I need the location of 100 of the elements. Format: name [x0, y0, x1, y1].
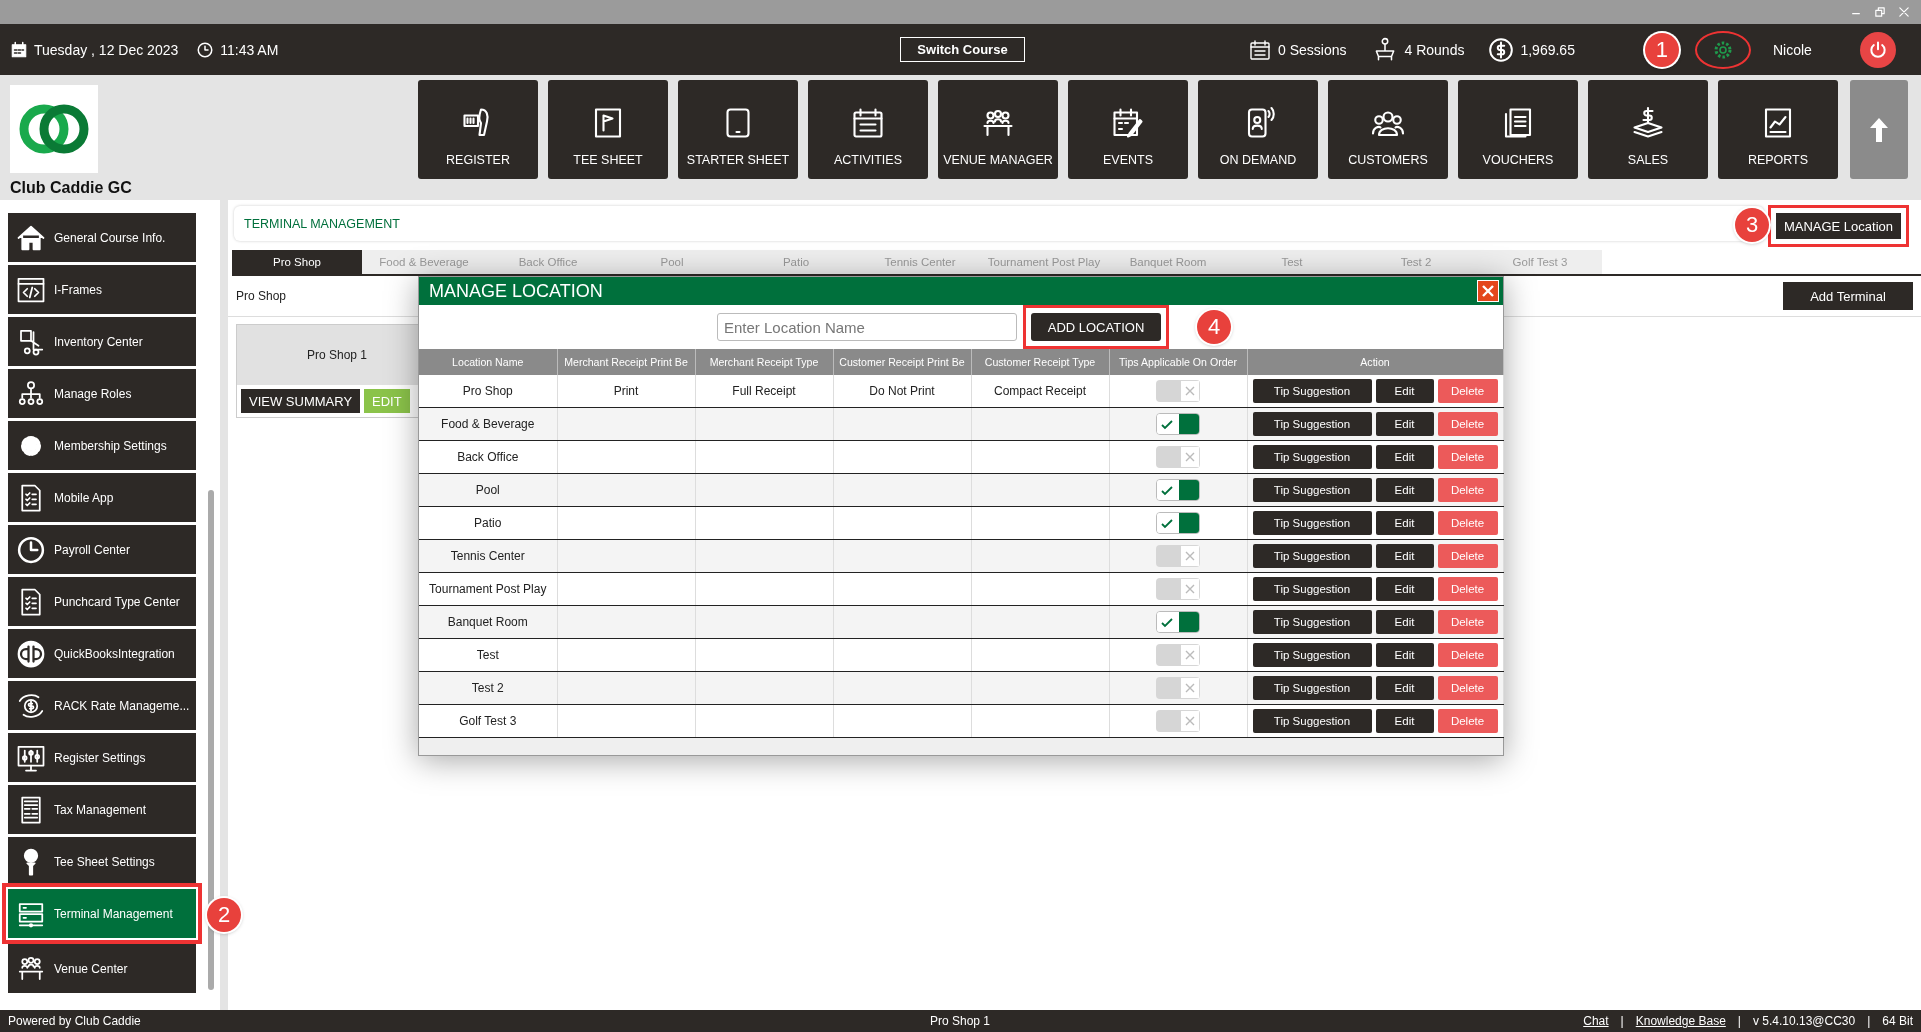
column-header: Location Name — [419, 349, 557, 375]
tips-toggle[interactable] — [1156, 611, 1200, 633]
sidebar-item[interactable]: Punchcard Type Center — [8, 577, 196, 626]
close-button[interactable] — [1477, 280, 1499, 302]
scrollbar[interactable] — [208, 490, 214, 990]
table-cell: Patio — [419, 506, 557, 540]
check-icon — [1161, 419, 1173, 431]
nav-button[interactable]: REPORTS — [1718, 80, 1838, 179]
tips-toggle[interactable] — [1156, 512, 1200, 534]
switch-course-button[interactable]: Switch Course — [900, 37, 1025, 62]
sidebar-item[interactable]: Payroll Center — [8, 525, 196, 574]
time-text: 11:43 AM — [220, 41, 279, 58]
tips-toggle[interactable] — [1156, 413, 1200, 435]
manage-location-button[interactable]: MANAGE Location — [1775, 213, 1901, 239]
sidebar-item[interactable]: I-Frames — [8, 265, 196, 314]
sessions-text: 0 Sessions — [1278, 41, 1347, 58]
user-name[interactable]: Nicole — [1772, 41, 1812, 58]
tip-suggestion-button[interactable]: Tip Suggestion — [1252, 544, 1372, 568]
tip-suggestion-button[interactable]: Tip Suggestion — [1252, 412, 1372, 436]
tip-suggestion-button[interactable]: Tip Suggestion — [1252, 445, 1372, 469]
dialog-title: MANAGE LOCATION — [429, 280, 603, 302]
add-location-button[interactable]: ADD LOCATION — [1031, 313, 1161, 341]
x-icon — [1185, 650, 1195, 660]
quickbooks-icon — [16, 638, 46, 669]
nav-button[interactable]: CUSTOMERS — [1328, 80, 1448, 179]
edit-button[interactable]: Edit — [1375, 445, 1434, 469]
column-header: Merchant Receipt Type — [695, 349, 833, 375]
sidebar-item[interactable]: Tax Management — [8, 785, 196, 834]
tips-toggle[interactable] — [1156, 446, 1200, 468]
tips-toggle[interactable] — [1156, 479, 1200, 501]
close-icon — [1899, 7, 1909, 17]
tip-suggestion-button[interactable]: Tip Suggestion — [1252, 709, 1372, 733]
tip-suggestion-button[interactable]: Tip Suggestion — [1252, 643, 1372, 667]
dollar-circle-icon — [1488, 36, 1515, 63]
club-name: Club Caddie GC — [10, 179, 133, 197]
sidebar-item[interactable]: Venue Center — [8, 944, 196, 993]
edit-button[interactable]: Edit — [1375, 478, 1434, 502]
footer-link[interactable]: Knowledge Base — [1635, 1014, 1726, 1028]
edit-button[interactable]: Edit — [1375, 676, 1434, 700]
sidebar-item[interactable]: Mobile App — [8, 473, 196, 522]
power-button[interactable] — [1859, 31, 1896, 68]
restore-icon — [1875, 7, 1885, 17]
nav-button[interactable]: TEE SHEET — [548, 80, 668, 179]
scroll-up-button[interactable] — [1850, 80, 1908, 179]
edit-button[interactable]: Edit — [1375, 643, 1434, 667]
nav-button[interactable]: ACTIVITIES — [808, 80, 928, 179]
version-text: 64 Bit — [1882, 1014, 1913, 1028]
terminal-text: Pro Shop 1 — [930, 1014, 991, 1028]
tips-toggle[interactable] — [1156, 677, 1200, 699]
tips-toggle[interactable] — [1156, 578, 1200, 600]
tip-suggestion-button[interactable]: Tip Suggestion — [1252, 379, 1372, 403]
location-name-field[interactable]: Enter Location Name — [717, 313, 1017, 341]
nav-button[interactable]: SALES — [1588, 80, 1708, 179]
column-header: Customer Receipt Type — [971, 349, 1109, 375]
tip-suggestion-button[interactable]: Tip Suggestion — [1252, 511, 1372, 535]
tips-toggle[interactable] — [1156, 710, 1200, 732]
tips-toggle[interactable] — [1156, 380, 1200, 402]
separator-text: | — [1867, 1014, 1871, 1028]
sidebar-item[interactable]: Manage Roles — [8, 369, 196, 418]
edit-button[interactable]: Edit — [1375, 379, 1434, 403]
nav-button[interactable]: STARTER SHEET — [678, 80, 798, 179]
view-summary-button[interactable]: VIEW SUMMARY — [241, 389, 361, 413]
table-cell: Test 2 — [419, 671, 557, 705]
sidebar-item[interactable]: Tee Sheet Settings — [8, 837, 196, 886]
sidebar-item[interactable]: Inventory Center — [8, 317, 196, 366]
sidebar-item[interactable]: Register Settings — [8, 733, 196, 782]
separator-text: | — [1737, 1014, 1741, 1028]
sidebar-item[interactable]: General Course Info. — [8, 213, 196, 262]
nav-button[interactable]: ON DEMAND — [1198, 80, 1318, 179]
tip-suggestion-button[interactable]: Tip Suggestion — [1252, 610, 1372, 634]
edit-button[interactable]: Edit — [1375, 577, 1434, 601]
edit-button[interactable]: Edit — [1375, 511, 1434, 535]
edit-button[interactable]: Edit — [1375, 412, 1434, 436]
add-terminal-button[interactable]: Add Terminal — [1783, 282, 1913, 310]
tips-toggle[interactable] — [1156, 545, 1200, 567]
settings-button[interactable] — [1694, 30, 1751, 69]
tip-suggestion-button[interactable]: Tip Suggestion — [1252, 676, 1372, 700]
nav-button[interactable]: EVENTS — [1068, 80, 1188, 179]
edit-button[interactable]: Edit — [1375, 544, 1434, 568]
tip-suggestion-button[interactable]: Tip Suggestion — [1252, 478, 1372, 502]
location-tab[interactable]: Pro Shop — [232, 250, 362, 274]
edit-button[interactable]: Edit — [1375, 610, 1434, 634]
sidebar-item[interactable]: Membership Settings — [8, 421, 196, 470]
nav-button[interactable]: VENUE MANAGER — [938, 80, 1058, 179]
calendar-icon — [10, 40, 28, 59]
version-text: v 5.4.10.13@CC30 — [1752, 1014, 1856, 1028]
edit-button[interactable]: Edit — [1375, 709, 1434, 733]
nav-button[interactable]: VOUCHERS — [1458, 80, 1578, 179]
section-label: Pro Shop — [236, 289, 287, 303]
column-header: Tips Applicable On Order — [1109, 349, 1247, 375]
tips-toggle[interactable] — [1156, 644, 1200, 666]
sidebar-item[interactable]: RACK Rate Manageme... — [8, 681, 196, 730]
powered-by-text: Powered by Club Caddie — [8, 1014, 141, 1028]
nav-button[interactable]: REGISTER — [418, 80, 538, 179]
table-cell: Back Office — [419, 440, 557, 474]
sidebar-item[interactable]: QuickBooksIntegration — [8, 629, 196, 678]
footer-link[interactable]: Chat — [1583, 1014, 1609, 1028]
table-cell: Food & Beverage — [419, 407, 557, 441]
tip-suggestion-button[interactable]: Tip Suggestion — [1252, 577, 1372, 601]
power-icon — [1867, 39, 1888, 60]
